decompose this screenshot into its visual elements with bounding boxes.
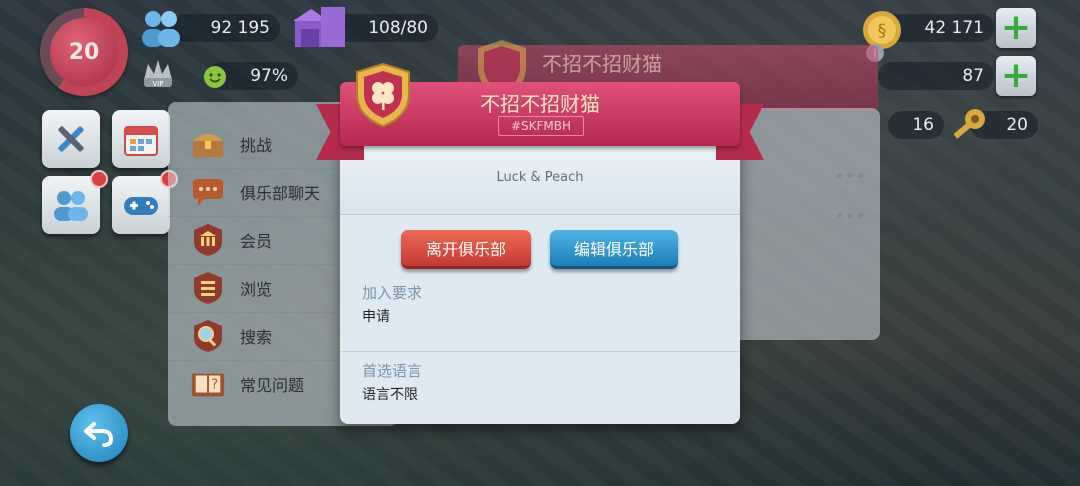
background-club-title: 不招不招财猫 [542,52,662,76]
club-motto: Luck & Peach [496,170,584,185]
storage-warehouse-icon[interactable] [290,2,350,52]
menu-item-label: 会员 [240,232,273,251]
simoleons-value: 42 171 [924,18,984,38]
population-icon [136,6,186,50]
calendar-icon [124,126,158,156]
divider [340,351,740,352]
treasure-chest-icon [190,126,226,162]
level-number: 20 [50,18,118,86]
more-icon[interactable]: ••• [834,166,866,187]
level-badge[interactable]: 20 [40,8,128,96]
happiness-value: 97% [250,66,288,86]
language-value: 语言不限 [362,387,418,403]
edit-club-button[interactable]: 编辑俱乐部 [550,230,678,269]
golden-key-icon [946,104,992,148]
menu-item-label: 搜索 [240,328,273,347]
menu-item-label: 常见问题 [240,376,305,395]
bank-building-icon [190,222,226,258]
notification-dot [90,170,108,188]
people-icon [54,191,88,221]
vip-crown-icon[interactable]: VIP [140,56,176,90]
club-motto-area: Luck & Peach [340,142,740,215]
smiley-icon [202,64,228,90]
golden-value: 16 [912,115,934,135]
chat-bubble-icon [190,174,226,210]
svg-text:?: ? [211,378,218,393]
list-shield-icon [190,270,226,306]
menu-item-label: 挑战 [240,136,273,155]
tools-button[interactable] [42,110,100,168]
population-counter: 92 195 [170,14,280,42]
simcash-value: 87 [962,66,984,86]
calendar-button[interactable] [112,110,170,168]
join-requirement-value: 申请 [362,309,390,325]
club-tag: #SKFMBH [498,116,584,136]
simcash-counter: 87 [878,62,994,90]
storage-value: 108/80 [368,18,428,38]
wrench-screwdriver-icon [58,126,84,152]
clover-shield-icon [354,62,412,128]
menu-item-label: 浏览 [240,280,273,299]
gamepad-icon [124,197,158,215]
club-info-dialog: Luck & Peach 离开俱乐部 编辑俱乐部 加入要求 申请 首选语言 语言… [340,142,740,424]
join-requirement-label: 加入要求 [362,284,423,302]
vip-label: VIP [152,80,163,88]
more-icon[interactable]: ••• [834,206,866,227]
population-value: 92 195 [210,18,270,38]
menu-item-label: 俱乐部聊天 [240,184,321,203]
back-button[interactable] [70,404,128,462]
language-label: 首选语言 [362,362,423,380]
back-arrow-icon [84,422,114,447]
question-book-icon: ? [190,366,226,402]
add-simoleons-button[interactable]: + [996,8,1036,48]
svg-text:§: § [878,21,887,41]
add-simcash-button[interactable]: + [996,56,1036,96]
leave-club-button[interactable]: 离开俱乐部 [401,230,531,269]
golden-counter: 16 [888,111,944,139]
keys-value: 20 [1006,115,1028,135]
magnifier-icon [190,318,226,354]
